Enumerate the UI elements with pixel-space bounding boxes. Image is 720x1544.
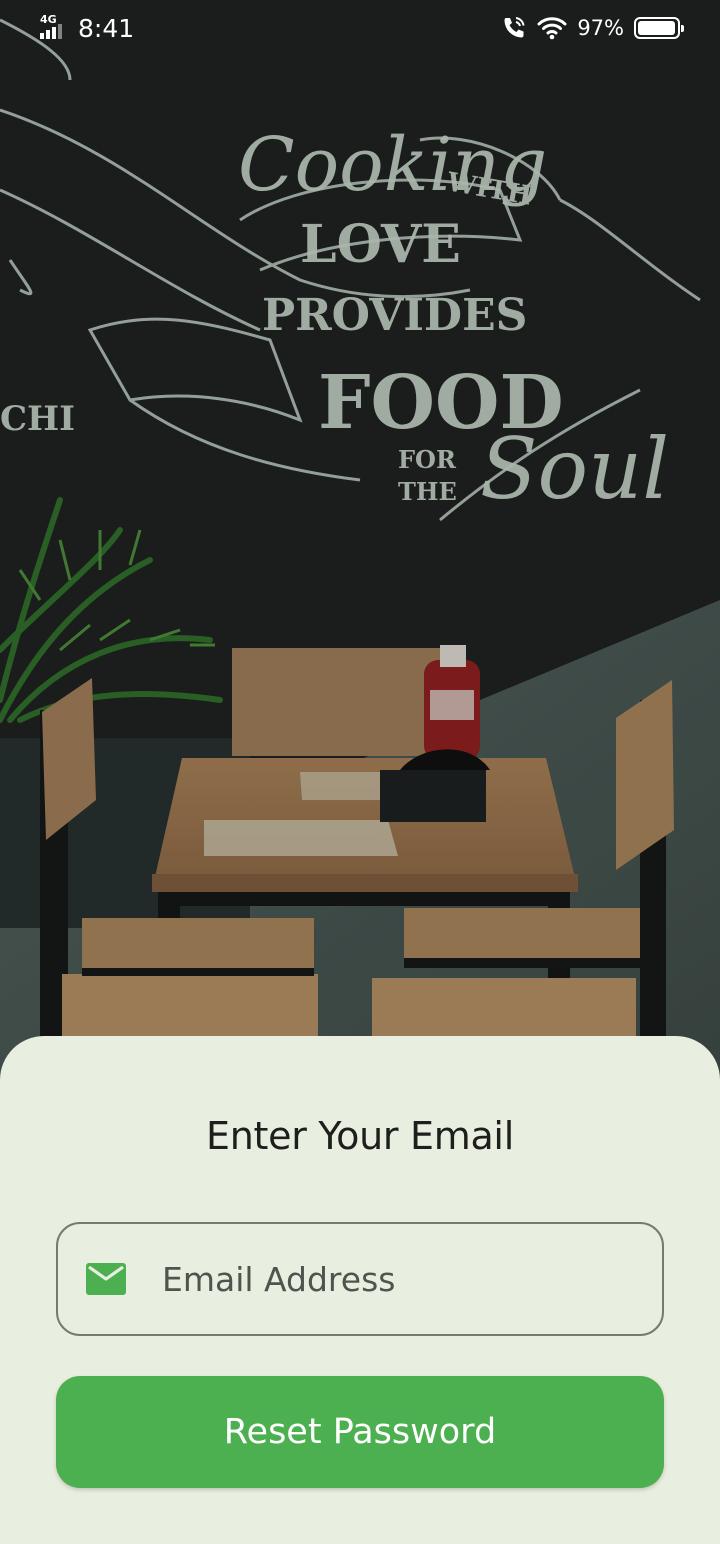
status-right: 97% — [501, 15, 684, 41]
reset-password-sheet: Enter Your Email Reset Password — [0, 1036, 720, 1544]
mail-icon — [86, 1263, 126, 1295]
battery-percent: 97% — [577, 16, 624, 40]
battery-icon — [634, 17, 684, 39]
battery-level — [638, 21, 675, 35]
email-input[interactable] — [162, 1249, 662, 1309]
email-field[interactable] — [56, 1222, 664, 1336]
status-left: 4G 8:41 — [38, 13, 134, 43]
cellular-signal-icon: 4G — [38, 13, 68, 43]
status-time: 8:41 — [78, 13, 135, 43]
reset-password-button[interactable]: Reset Password — [56, 1376, 664, 1488]
wifi-icon — [537, 17, 567, 40]
sheet-title: Enter Your Email — [206, 1114, 514, 1158]
wifi-calling-icon — [504, 17, 525, 38]
status-bar: 4G 8:41 97% — [0, 0, 720, 56]
background-photo: Cooking WITH LOVE PROVIDES FOOD FOR THE … — [0, 0, 720, 1090]
